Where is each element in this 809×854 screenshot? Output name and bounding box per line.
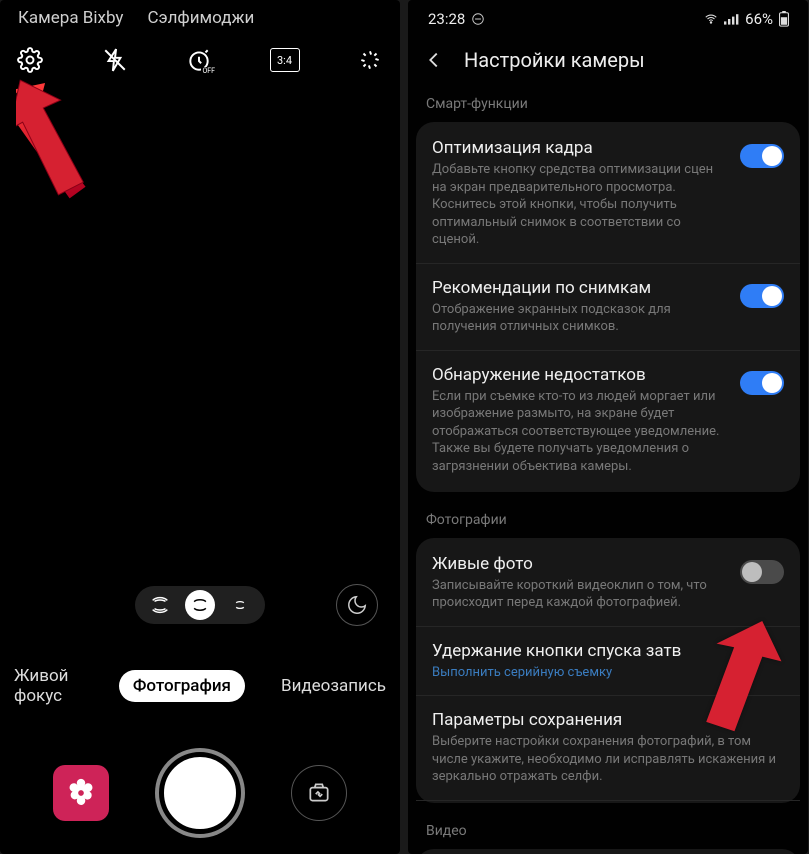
flash-off-icon[interactable] xyxy=(101,46,129,74)
aspect-ratio-label: 3:4 xyxy=(277,54,292,67)
timer-status: OFF xyxy=(201,67,216,75)
camera-settings-screen: 23:28 66% Настройки камеры Смарт-функции… xyxy=(408,0,808,854)
ar-emoji-label[interactable]: Сэлфимоджи xyxy=(147,8,254,28)
battery-percent: 66% xyxy=(745,10,773,28)
camera-mode-selector[interactable]: Живой фокус Фотография Видеозапись xyxy=(0,660,400,712)
photos-card: Живые фото Записывайте короткий видеокли… xyxy=(416,538,800,803)
section-photos: Фотографии xyxy=(408,506,808,538)
section-smart-functions: Смарт-функции xyxy=(408,90,808,122)
zoom-lens-group xyxy=(135,586,265,624)
shot-suggestions-desc: Отображение экранных подсказок для получ… xyxy=(432,301,728,336)
section-video: Видео xyxy=(408,817,808,849)
camera-viewfinder[interactable] xyxy=(0,88,400,568)
effects-icon[interactable] xyxy=(356,46,384,74)
status-bar: 23:28 66% xyxy=(408,0,808,32)
camera-top-toolbar: OFF 3:4 xyxy=(0,32,400,88)
switch-camera-button[interactable] xyxy=(291,765,347,821)
zoom-controls xyxy=(0,562,400,624)
night-mode-button[interactable] xyxy=(336,584,378,626)
flaw-detection-desc: Если при съемке кто-то из людей моргает … xyxy=(432,388,728,476)
shutter-button[interactable] xyxy=(159,752,241,834)
motion-photo-title: Живые фото xyxy=(432,554,728,574)
motion-photo-desc: Записывайте короткий видеоклип о том, чт… xyxy=(432,577,728,612)
scene-optimizer-toggle[interactable] xyxy=(740,144,784,168)
signal-icon xyxy=(724,12,740,26)
video-card: Размер видео (основная камера) 16:9 FHD … xyxy=(416,849,800,854)
scene-optimizer-title: Оптимизация кадра xyxy=(432,138,728,158)
camera-top-labels: Камера Bixby Сэлфимоджи xyxy=(0,0,400,32)
hold-shutter-desc: Выполнить серийную съемку xyxy=(432,664,784,682)
gallery-thumbnail[interactable] xyxy=(53,765,109,821)
camera-bottom-controls xyxy=(0,752,400,834)
motion-photo-toggle[interactable] xyxy=(740,560,784,584)
setting-save-options[interactable]: Параметры сохранения Выберите настройки … xyxy=(416,696,800,801)
setting-scene-optimizer[interactable]: Оптимизация кадра Добавьте кнопку средст… xyxy=(416,124,800,264)
page-title: Настройки камеры xyxy=(464,48,645,72)
shot-suggestions-toggle[interactable] xyxy=(740,284,784,308)
dnd-icon xyxy=(471,12,485,26)
wifi-icon xyxy=(703,12,719,26)
gear-icon[interactable] xyxy=(16,46,44,74)
mode-live-focus[interactable]: Живой фокус xyxy=(0,660,97,712)
mode-video[interactable]: Видеозапись xyxy=(267,670,400,702)
tele-lens-button[interactable] xyxy=(225,590,255,620)
smart-functions-card: Оптимизация кадра Добавьте кнопку средст… xyxy=(416,122,800,492)
shot-suggestions-title: Рекомендации по снимкам xyxy=(432,278,728,298)
bixby-vision-label[interactable]: Камера Bixby xyxy=(18,8,123,28)
setting-flaw-detection[interactable]: Обнаружение недостатков Если при съемке … xyxy=(416,351,800,490)
setting-hold-shutter[interactable]: Удержание кнопки спуска затвора Выполнит… xyxy=(416,627,800,697)
save-options-title: Параметры сохранения xyxy=(432,710,784,730)
setting-motion-photo[interactable]: Живые фото Записывайте короткий видеокли… xyxy=(416,540,800,627)
save-options-desc: Выберите настройки сохранения фотографий… xyxy=(432,733,784,786)
scene-optimizer-desc: Добавьте кнопку средства оптимизации сце… xyxy=(432,161,728,249)
camera-app-screen: Камера Bixby Сэлфимоджи OFF 3:4 xyxy=(0,0,400,854)
setting-shot-suggestions[interactable]: Рекомендации по снимкам Отображение экра… xyxy=(416,264,800,351)
back-button[interactable] xyxy=(422,48,446,72)
battery-icon xyxy=(778,11,790,27)
hold-shutter-title: Удержание кнопки спуска затвора xyxy=(432,641,682,661)
mode-photo[interactable]: Фотография xyxy=(119,670,245,702)
status-time: 23:28 xyxy=(428,10,465,28)
settings-header: Настройки камеры xyxy=(408,32,808,90)
wide-lens-button[interactable] xyxy=(185,590,215,620)
aspect-ratio-icon[interactable]: 3:4 xyxy=(270,48,300,72)
flaw-detection-title: Обнаружение недостатков xyxy=(432,365,728,385)
ultrawide-lens-button[interactable] xyxy=(145,590,175,620)
timer-off-icon[interactable]: OFF xyxy=(185,46,213,74)
flaw-detection-toggle[interactable] xyxy=(740,371,784,395)
